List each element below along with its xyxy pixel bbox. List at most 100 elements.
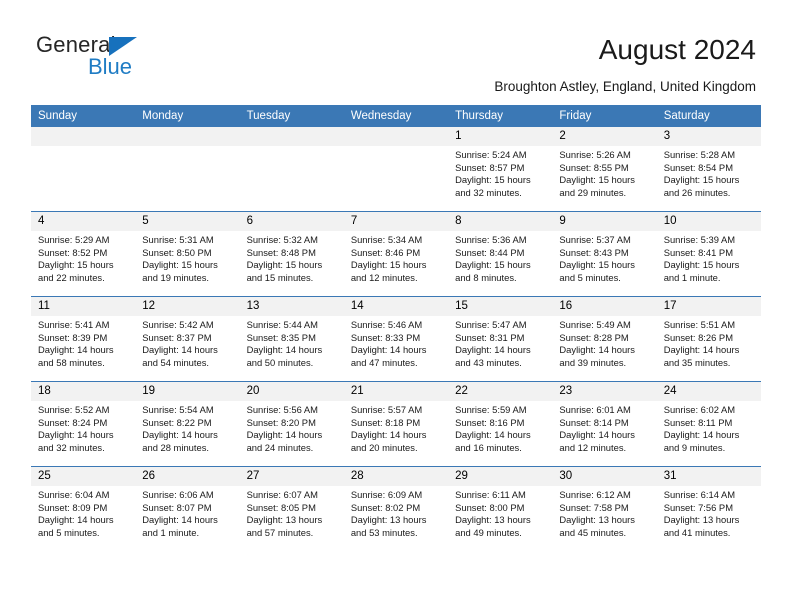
calendar-day-cell[interactable]: 22 Sunrise: 5:59 AM Sunset: 8:16 PM Dayligh… — [448, 381, 553, 467]
sunrise-text: Sunrise: 6:06 AM — [142, 489, 214, 500]
sunrise-text: Sunrise: 5:59 AM — [455, 404, 527, 415]
calendar-day-cell[interactable]: 6 Sunrise: 5:32 AM Sunset: 8:48 PM Daylight… — [239, 211, 344, 297]
calendar-day-cell[interactable]: 5 Sunrise: 5:31 AM Sunset: 8:50 PM Daylight… — [135, 211, 240, 297]
sunrise-text: Sunrise: 6:04 AM — [38, 489, 110, 500]
calendar-day-cell[interactable]: 18 Sunrise: 5:52 AM Sunset: 8:24 PM Dayligh… — [31, 381, 136, 467]
day-details: Sunrise: 6:11 AM Sunset: 8:00 PM Daylight:… — [448, 486, 552, 539]
sunset-text: Sunset: 7:56 PM — [663, 501, 733, 513]
calendar-day-cell[interactable]: 1 Sunrise: 5:24 AM Sunset: 8:57 PM Daylight… — [448, 126, 553, 212]
calendar-day-cell[interactable]: 30 Sunrise: 6:12 AM Sunset: 7:58 PM Dayligh… — [552, 466, 657, 551]
daylight-text-line1: Daylight: 15 hours — [455, 259, 531, 271]
calendar-day-cell[interactable]: 17 Sunrise: 5:51 AM Sunset: 8:26 PM Dayligh… — [656, 296, 761, 382]
weekday-header-sunday: Sunday — [31, 105, 136, 127]
day-number — [31, 127, 136, 146]
daylight-text-line2: and 28 minutes. — [142, 441, 209, 453]
brand-logo[interactable]: General Blue — [36, 33, 186, 81]
sunset-text: Sunset: 8:39 PM — [38, 331, 108, 343]
daylight-text-line2: and 15 minutes. — [246, 271, 314, 283]
day-details: Sunrise: 6:06 AM Sunset: 8:07 PM Daylight:… — [135, 486, 239, 539]
daylight-text-line2: and 12 minutes. — [559, 441, 627, 453]
calendar-day-cell[interactable]: 3 Sunrise: 5:28 AM Sunset: 8:54 PM Daylight… — [656, 126, 761, 212]
calendar-day-cell[interactable]: 26 Sunrise: 6:06 AM Sunset: 8:07 PM Dayligh… — [135, 466, 240, 551]
sunset-text: Sunset: 8:16 PM — [455, 416, 525, 428]
daylight-text-line2: and 24 minutes. — [246, 441, 314, 453]
daylight-text-line2: and 50 minutes. — [246, 356, 314, 368]
sunset-text: Sunset: 8:55 PM — [559, 161, 629, 173]
calendar-day-cell[interactable]: 16 Sunrise: 5:49 AM Sunset: 8:28 PM Dayligh… — [552, 296, 657, 382]
sunset-text: Sunset: 8:11 PM — [663, 416, 733, 428]
day-details: Sunrise: 5:56 AM Sunset: 8:20 PM Daylight:… — [240, 401, 344, 454]
calendar-day-cell[interactable]: 13 Sunrise: 5:44 AM Sunset: 8:35 PM Dayligh… — [239, 296, 344, 382]
day-number: 25 — [31, 467, 136, 486]
sunrise-text: Sunrise: 6:01 AM — [559, 404, 631, 415]
sunrise-text: Sunrise: 5:37 AM — [559, 234, 631, 245]
calendar-day-cell[interactable]: 11 Sunrise: 5:41 AM Sunset: 8:39 PM Dayligh… — [31, 296, 136, 382]
calendar-day-cell[interactable]: 31 Sunrise: 6:14 AM Sunset: 7:56 PM Dayligh… — [656, 466, 761, 551]
calendar-body: 1 Sunrise: 5:24 AM Sunset: 8:57 PM Daylight… — [31, 126, 761, 551]
sunset-text: Sunset: 8:28 PM — [559, 331, 629, 343]
daylight-text-line2: and 35 minutes. — [663, 356, 731, 368]
daylight-text-line2: and 57 minutes. — [246, 526, 314, 538]
day-details: Sunrise: 5:41 AM Sunset: 8:39 PM Daylight:… — [31, 316, 135, 369]
calendar-day-cell[interactable]: 21 Sunrise: 5:57 AM Sunset: 8:18 PM Dayligh… — [343, 381, 449, 467]
day-details: Sunrise: 5:47 AM Sunset: 8:31 PM Daylight:… — [448, 316, 552, 369]
calendar-day-cell[interactable]: 25 Sunrise: 6:04 AM Sunset: 8:09 PM Dayligh… — [31, 466, 136, 551]
calendar-day-cell-empty — [31, 126, 136, 212]
daylight-text-line2: and 16 minutes. — [455, 441, 522, 453]
day-number: 18 — [31, 382, 136, 401]
daylight-text-line1: Daylight: 15 hours — [455, 174, 531, 186]
day-number: 22 — [448, 382, 553, 401]
day-number: 26 — [135, 467, 240, 486]
calendar-day-cell[interactable]: 12 Sunrise: 5:42 AM Sunset: 8:37 PM Dayligh… — [135, 296, 240, 382]
day-details: Sunrise: 5:24 AM Sunset: 8:57 PM Daylight:… — [448, 146, 552, 199]
sunset-text: Sunset: 8:37 PM — [142, 331, 212, 343]
calendar-day-cell[interactable]: 4 Sunrise: 5:29 AM Sunset: 8:52 PM Daylight… — [31, 211, 136, 297]
sunset-text: Sunset: 8:00 PM — [455, 501, 525, 513]
sunset-text: Sunset: 8:43 PM — [559, 246, 629, 258]
calendar-week-row: 11 Sunrise: 5:41 AM Sunset: 8:39 PM Dayligh… — [31, 296, 761, 382]
daylight-text-line2: and 45 minutes. — [559, 526, 627, 538]
daylight-text-line2: and 12 minutes. — [350, 271, 418, 283]
day-number: 21 — [343, 382, 449, 401]
calendar-day-cell-empty — [135, 126, 240, 212]
day-number: 28 — [343, 467, 449, 486]
day-number: 19 — [135, 382, 240, 401]
calendar-day-cell[interactable]: 2 Sunrise: 5:26 AM Sunset: 8:55 PM Daylight… — [552, 126, 657, 212]
calendar-day-cell[interactable]: 14 Sunrise: 5:46 AM Sunset: 8:33 PM Dayligh… — [343, 296, 449, 382]
daylight-text-line1: Daylight: 13 hours — [350, 514, 427, 526]
calendar-day-cell[interactable]: 8 Sunrise: 5:36 AM Sunset: 8:44 PM Daylight… — [448, 211, 553, 297]
daylight-text-line2: and 32 minutes. — [455, 186, 522, 198]
calendar-day-cell[interactable]: 23 Sunrise: 6:01 AM Sunset: 8:14 PM Dayligh… — [552, 381, 657, 467]
calendar-day-cell[interactable]: 29 Sunrise: 6:11 AM Sunset: 8:00 PM Dayligh… — [448, 466, 553, 551]
sunset-text: Sunset: 8:09 PM — [38, 501, 108, 513]
day-number: 30 — [552, 467, 657, 486]
calendar-day-cell[interactable]: 19 Sunrise: 5:54 AM Sunset: 8:22 PM Dayligh… — [135, 381, 240, 467]
calendar-day-cell[interactable]: 20 Sunrise: 5:56 AM Sunset: 8:20 PM Dayligh… — [239, 381, 344, 467]
sunrise-text: Sunrise: 5:41 AM — [38, 319, 110, 330]
calendar-day-cell[interactable]: 10 Sunrise: 5:39 AM Sunset: 8:41 PM Dayligh… — [656, 211, 761, 297]
calendar-day-cell[interactable]: 24 Sunrise: 6:02 AM Sunset: 8:11 PM Dayligh… — [656, 381, 761, 467]
daylight-text-line2: and 8 minutes. — [455, 271, 517, 283]
daylight-text-line1: Daylight: 15 hours — [142, 259, 218, 271]
daylight-text-line1: Daylight: 15 hours — [559, 259, 635, 271]
daylight-text-line1: Daylight: 13 hours — [559, 514, 635, 526]
daylight-text-line1: Daylight: 14 hours — [663, 429, 740, 441]
calendar-day-cell[interactable]: 9 Sunrise: 5:37 AM Sunset: 8:43 PM Daylight… — [552, 211, 657, 297]
sunrise-text: Sunrise: 5:57 AM — [350, 404, 423, 415]
daylight-text-line1: Daylight: 14 hours — [142, 514, 218, 526]
sunrise-text: Sunrise: 5:52 AM — [38, 404, 110, 415]
daylight-text-line1: Daylight: 14 hours — [246, 429, 323, 441]
sunset-text: Sunset: 8:26 PM — [663, 331, 733, 343]
calendar-page: General Blue August 2024 Broughton Astle… — [0, 0, 792, 612]
daylight-text-line1: Daylight: 15 hours — [663, 174, 740, 186]
sunset-text: Sunset: 8:05 PM — [246, 501, 316, 513]
sunset-text: Sunset: 8:18 PM — [350, 416, 421, 428]
calendar-day-cell[interactable]: 15 Sunrise: 5:47 AM Sunset: 8:31 PM Dayligh… — [448, 296, 553, 382]
calendar-day-cell[interactable]: 7 Sunrise: 5:34 AM Sunset: 8:46 PM Daylight… — [343, 211, 449, 297]
calendar-day-cell[interactable]: 28 Sunrise: 6:09 AM Sunset: 8:02 PM Dayligh… — [343, 466, 449, 551]
day-number: 12 — [135, 297, 240, 316]
sunrise-text: Sunrise: 6:11 AM — [455, 489, 526, 500]
day-details: Sunrise: 6:04 AM Sunset: 8:09 PM Daylight:… — [31, 486, 135, 539]
daylight-text-line2: and 54 minutes. — [142, 356, 209, 368]
calendar-day-cell[interactable]: 27 Sunrise: 6:07 AM Sunset: 8:05 PM Dayligh… — [239, 466, 344, 551]
